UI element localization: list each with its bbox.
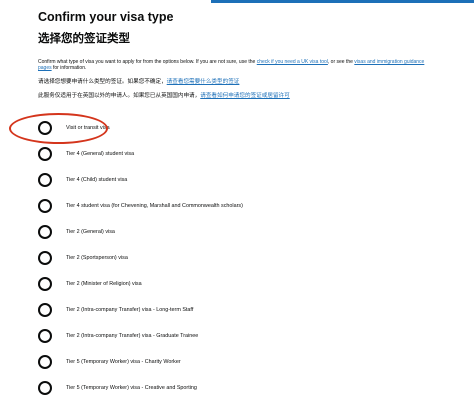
radio-button[interactable]	[38, 121, 52, 135]
radio-button[interactable]	[38, 173, 52, 187]
radio-button[interactable]	[38, 277, 52, 291]
intro-text: , or see the	[327, 59, 355, 65]
visa-option-label[interactable]: Tier 4 (Child) student visa	[66, 177, 127, 183]
radio-button[interactable]	[38, 355, 52, 369]
visa-option-label[interactable]: Tier 5 (Temporary Worker) visa - Charity…	[66, 359, 181, 365]
radio-button[interactable]	[38, 381, 52, 395]
visa-option-label[interactable]: Tier 2 (Intra-company Transfer) visa - G…	[66, 333, 198, 339]
radio-button[interactable]	[38, 329, 52, 343]
visa-option[interactable]: Tier 4 (Child) student visa	[38, 173, 127, 187]
visa-option-label[interactable]: Tier 5 (Temporary Worker) visa - Creativ…	[66, 385, 197, 391]
radio-button[interactable]	[38, 147, 52, 161]
visa-option[interactable]: Tier 4 student visa (for Chevening, Mars…	[38, 199, 243, 213]
chinese-help-text: 此服务仅适用于在英国以外的申请人。如果您已从英国国内申请，	[38, 93, 201, 99]
visa-option-label[interactable]: Tier 2 (General) visa	[66, 229, 115, 235]
chinese-help-line-1: 请选择您想要申请什么类型的签证。如果您不确定，请查看您需要什么类型的签证	[38, 77, 239, 85]
intro-text: for information.	[51, 65, 87, 72]
radio-button[interactable]	[38, 225, 52, 239]
visa-option-label[interactable]: Tier 4 (General) student visa	[66, 151, 134, 157]
radio-button[interactable]	[38, 251, 52, 265]
visa-option-label[interactable]: Tier 4 student visa (for Chevening, Mars…	[66, 203, 243, 209]
visa-option[interactable]: Visit or transit visa	[38, 121, 110, 135]
visa-type-help-link[interactable]: 请查看您需要什么类型的签证	[167, 79, 240, 85]
visa-option[interactable]: Tier 4 (General) student visa	[38, 147, 134, 161]
chinese-help-text: 请选择您想要申请什么类型的签证。如果您不确定，	[38, 79, 167, 85]
visa-option[interactable]: Tier 2 (Intra-company Transfer) visa - G…	[38, 329, 198, 343]
visa-option-label[interactable]: Visit or transit visa	[66, 125, 110, 131]
page-title-chinese: 选择您的签证类型	[38, 31, 130, 45]
visa-option[interactable]: Tier 5 (Temporary Worker) visa - Creativ…	[38, 381, 197, 395]
visa-option[interactable]: Tier 2 (Intra-company Transfer) visa - L…	[38, 303, 193, 317]
header-bar	[211, 0, 474, 3]
visa-option-label[interactable]: Tier 2 (Intra-company Transfer) visa - L…	[66, 307, 193, 313]
visa-option[interactable]: Tier 2 (General) visa	[38, 225, 115, 239]
page-title: Confirm your visa type	[38, 10, 174, 24]
radio-button[interactable]	[38, 303, 52, 317]
visa-option-label[interactable]: Tier 2 (Sportsperson) visa	[66, 255, 128, 261]
visa-option-label[interactable]: Tier 2 (Minister of Religion) visa	[66, 281, 142, 287]
in-country-apply-link[interactable]: 请查看如何申请您的签证或居留许可	[200, 93, 290, 99]
check-visa-tool-link[interactable]: check if you need a UK visa tool	[257, 59, 328, 65]
radio-button[interactable]	[38, 199, 52, 213]
visa-option[interactable]: Tier 2 (Minister of Religion) visa	[38, 277, 142, 291]
intro-paragraph: Confirm what type of visa you want to ap…	[38, 59, 438, 72]
chinese-help-line-2: 此服务仅适用于在英国以外的申请人。如果您已从英国国内申请，请查看如何申请您的签证…	[38, 91, 290, 99]
visa-option[interactable]: Tier 5 (Temporary Worker) visa - Charity…	[38, 355, 181, 369]
intro-text: Confirm what type of visa you want to ap…	[38, 59, 257, 65]
visa-option[interactable]: Tier 2 (Sportsperson) visa	[38, 251, 128, 265]
